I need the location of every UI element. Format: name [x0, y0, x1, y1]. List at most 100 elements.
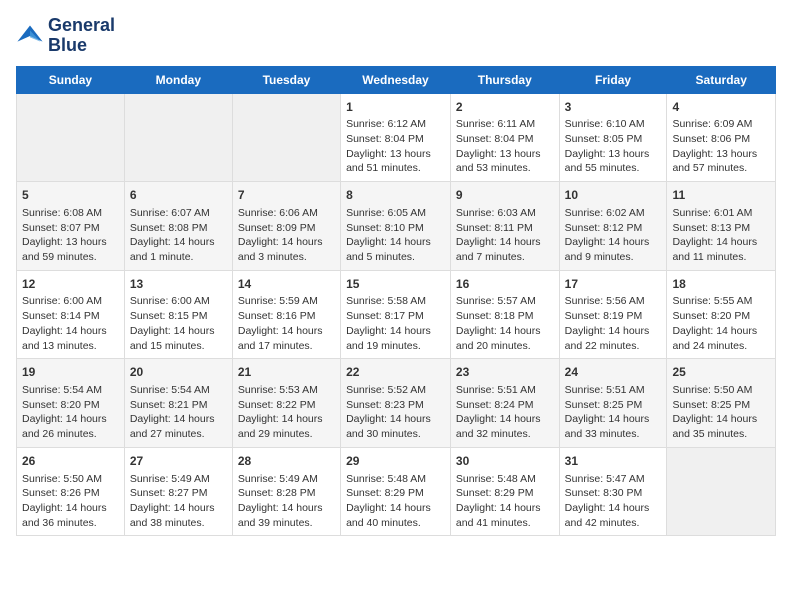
day-detail: Sunset: 8:20 PM [22, 398, 119, 413]
day-number: 17 [565, 276, 662, 293]
day-detail: Sunset: 8:04 PM [456, 132, 554, 147]
day-detail: and 27 minutes. [130, 427, 227, 442]
day-number: 25 [672, 364, 770, 381]
day-detail: and 24 minutes. [672, 339, 770, 354]
calendar-week-row: 1Sunrise: 6:12 AMSunset: 8:04 PMDaylight… [17, 93, 776, 182]
day-detail: Daylight: 14 hours [456, 324, 554, 339]
day-detail: Sunrise: 5:49 AM [238, 472, 335, 487]
day-detail: Sunrise: 5:52 AM [346, 383, 445, 398]
day-detail: Sunrise: 6:03 AM [456, 206, 554, 221]
day-number: 28 [238, 453, 335, 470]
calendar-cell: 8Sunrise: 6:05 AMSunset: 8:10 PMDaylight… [341, 182, 451, 271]
day-detail: Sunset: 8:16 PM [238, 309, 335, 324]
day-detail: and 3 minutes. [238, 250, 335, 265]
day-detail: and 53 minutes. [456, 161, 554, 176]
day-detail: Daylight: 13 hours [22, 235, 119, 250]
day-detail: Sunset: 8:13 PM [672, 221, 770, 236]
calendar-cell: 23Sunrise: 5:51 AMSunset: 8:24 PMDayligh… [450, 359, 559, 448]
calendar-week-row: 12Sunrise: 6:00 AMSunset: 8:14 PMDayligh… [17, 270, 776, 359]
calendar-cell: 11Sunrise: 6:01 AMSunset: 8:13 PMDayligh… [667, 182, 776, 271]
day-detail: Daylight: 14 hours [565, 501, 662, 516]
day-number: 7 [238, 187, 335, 204]
day-of-week-monday: Monday [124, 66, 232, 93]
day-detail: Sunrise: 6:02 AM [565, 206, 662, 221]
calendar-cell: 1Sunrise: 6:12 AMSunset: 8:04 PMDaylight… [341, 93, 451, 182]
day-detail: Sunrise: 6:00 AM [130, 294, 227, 309]
day-detail: and 20 minutes. [456, 339, 554, 354]
day-detail: Sunset: 8:29 PM [346, 486, 445, 501]
day-number: 26 [22, 453, 119, 470]
calendar-cell: 19 Sunrise: 5:54 AMSunset: 8:20 PMDayligh… [17, 359, 125, 448]
day-detail: Daylight: 14 hours [456, 412, 554, 427]
day-detail: Sunset: 8:09 PM [238, 221, 335, 236]
day-detail: Sunset: 8:08 PM [130, 221, 227, 236]
calendar-cell: 2Sunrise: 6:11 AMSunset: 8:04 PMDaylight… [450, 93, 559, 182]
day-number: 16 [456, 276, 554, 293]
day-detail: Daylight: 14 hours [130, 235, 227, 250]
calendar-cell: 25Sunrise: 5:50 AMSunset: 8:25 PMDayligh… [667, 359, 776, 448]
day-detail: Sunset: 8:04 PM [346, 132, 445, 147]
calendar-cell: 21Sunrise: 5:53 AMSunset: 8:22 PMDayligh… [232, 359, 340, 448]
calendar-cell: 27Sunrise: 5:49 AMSunset: 8:27 PMDayligh… [124, 447, 232, 536]
day-detail: Sunrise: 5:47 AM [565, 472, 662, 487]
day-detail: and 42 minutes. [565, 516, 662, 531]
day-detail: and 57 minutes. [672, 161, 770, 176]
day-detail: Sunset: 8:07 PM [22, 221, 119, 236]
day-of-week-friday: Friday [559, 66, 667, 93]
logo-text: General Blue [48, 16, 115, 56]
day-detail: Sunset: 8:23 PM [346, 398, 445, 413]
calendar-cell: 31Sunrise: 5:47 AMSunset: 8:30 PMDayligh… [559, 447, 667, 536]
day-detail: Sunrise: 5:54 AM [22, 383, 119, 398]
day-detail: Sunset: 8:30 PM [565, 486, 662, 501]
page-header: General Blue [16, 16, 776, 56]
day-detail: and 9 minutes. [565, 250, 662, 265]
day-detail: Sunset: 8:24 PM [456, 398, 554, 413]
day-detail: Daylight: 14 hours [238, 235, 335, 250]
day-of-week-thursday: Thursday [450, 66, 559, 93]
day-detail: Daylight: 14 hours [672, 412, 770, 427]
day-number: 19 [22, 364, 119, 381]
day-number: 18 [672, 276, 770, 293]
day-number: 10 [565, 187, 662, 204]
day-detail: and 22 minutes. [565, 339, 662, 354]
calendar-week-row: 5Sunrise: 6:08 AMSunset: 8:07 PMDaylight… [17, 182, 776, 271]
day-detail: Sunset: 8:06 PM [672, 132, 770, 147]
day-detail: and 51 minutes. [346, 161, 445, 176]
day-detail: Sunrise: 5:49 AM [130, 472, 227, 487]
day-detail: and 5 minutes. [346, 250, 445, 265]
day-number: 5 [22, 187, 119, 204]
day-detail: and 36 minutes. [22, 516, 119, 531]
day-detail: Sunset: 8:10 PM [346, 221, 445, 236]
day-detail: Daylight: 14 hours [672, 324, 770, 339]
calendar-cell: 3Sunrise: 6:10 AMSunset: 8:05 PMDaylight… [559, 93, 667, 182]
day-number: 3 [565, 99, 662, 116]
day-detail: Sunset: 8:26 PM [22, 486, 119, 501]
day-detail: and 7 minutes. [456, 250, 554, 265]
day-detail: Daylight: 13 hours [346, 147, 445, 162]
day-detail: and 33 minutes. [565, 427, 662, 442]
day-detail: Sunrise: 6:07 AM [130, 206, 227, 221]
calendar-cell: 22Sunrise: 5:52 AMSunset: 8:23 PMDayligh… [341, 359, 451, 448]
day-detail: and 26 minutes. [22, 427, 119, 442]
day-detail: Daylight: 14 hours [130, 324, 227, 339]
day-detail: Sunrise: 5:48 AM [346, 472, 445, 487]
day-detail: Sunrise: 5:53 AM [238, 383, 335, 398]
day-detail: and 55 minutes. [565, 161, 662, 176]
day-detail: Daylight: 13 hours [565, 147, 662, 162]
day-number: 27 [130, 453, 227, 470]
day-detail: and 29 minutes. [238, 427, 335, 442]
day-detail: Sunrise: 5:54 AM [130, 383, 227, 398]
day-detail: Sunrise: 6:01 AM [672, 206, 770, 221]
day-of-week-sunday: Sunday [17, 66, 125, 93]
day-number: 12 [22, 276, 119, 293]
day-detail: and 15 minutes. [130, 339, 227, 354]
day-detail: Sunrise: 6:00 AM [22, 294, 119, 309]
day-detail: Sunset: 8:12 PM [565, 221, 662, 236]
calendar-cell: 14Sunrise: 5:59 AMSunset: 8:16 PMDayligh… [232, 270, 340, 359]
day-detail: Daylight: 14 hours [346, 501, 445, 516]
day-detail: Daylight: 14 hours [22, 412, 119, 427]
day-detail: Sunrise: 5:48 AM [456, 472, 554, 487]
calendar-cell: 12Sunrise: 6:00 AMSunset: 8:14 PMDayligh… [17, 270, 125, 359]
day-of-week-wednesday: Wednesday [341, 66, 451, 93]
day-of-week-tuesday: Tuesday [232, 66, 340, 93]
